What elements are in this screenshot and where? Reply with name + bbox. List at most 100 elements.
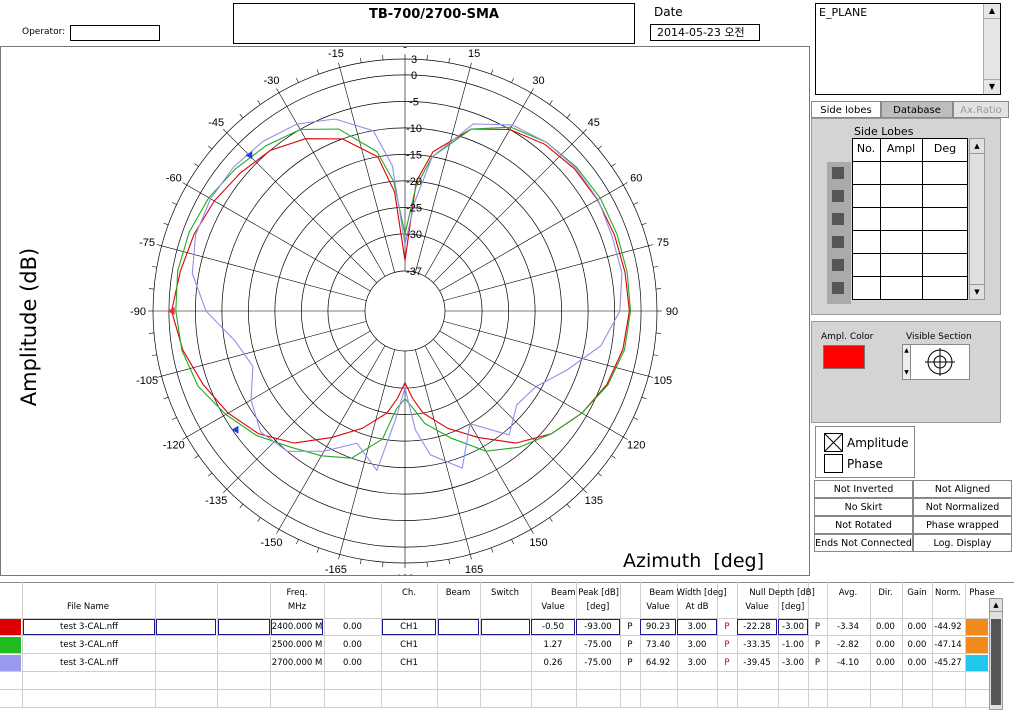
dir-cell: 0.00 bbox=[876, 622, 895, 632]
row-color-swatch[interactable] bbox=[0, 655, 21, 671]
status-ends-connected: Ends Not Connected bbox=[814, 534, 913, 552]
row-color-swatch[interactable] bbox=[0, 637, 21, 653]
display-options-panel: Ampl. Color Visible Section ▲ ▼ bbox=[811, 321, 1001, 423]
header-phase: Phase bbox=[969, 588, 995, 598]
header-ch: Ch. bbox=[401, 588, 417, 598]
table-scrollbar[interactable]: ▲ bbox=[989, 598, 1003, 710]
tab-strip: Side lobes Database Ax.Ratio bbox=[811, 101, 1009, 119]
channel-cell[interactable]: CH1 bbox=[382, 640, 436, 650]
grid-tick bbox=[648, 244, 654, 247]
side-lobe-button[interactable] bbox=[830, 211, 846, 227]
row-color-swatch[interactable] bbox=[0, 619, 21, 635]
polar-plot-panel[interactable]: 0153045607590105120135150165180-165-150-… bbox=[0, 39, 810, 585]
beam-width-p-cell: P bbox=[724, 658, 730, 668]
col-no: No. bbox=[856, 142, 876, 155]
selected-cell-border bbox=[481, 619, 530, 635]
phase-color-swatch[interactable] bbox=[966, 655, 988, 671]
grid-tick bbox=[549, 100, 553, 105]
measurement-table: File Name Freq. MHz Ch. Beam Switch Beam… bbox=[0, 582, 1014, 714]
status-inverted: Not Inverted bbox=[814, 480, 913, 498]
selected-cell-border bbox=[438, 619, 479, 635]
header-norm: Norm. bbox=[935, 588, 961, 598]
header-dir: Dir. bbox=[878, 588, 893, 598]
angle-tick-label: -105 bbox=[136, 375, 158, 387]
side-lobe-button[interactable] bbox=[830, 257, 846, 273]
status-phase-wrapped: Phase wrapped bbox=[913, 516, 1012, 534]
angle-tick-label: -75 bbox=[139, 237, 155, 249]
grid-tick bbox=[633, 417, 639, 420]
file-name-cell[interactable]: test 3-CAL.nff bbox=[24, 658, 154, 668]
beam-width-p-cell: P bbox=[724, 640, 730, 650]
header-mhz: MHz bbox=[287, 602, 307, 612]
side-lobe-button[interactable] bbox=[830, 165, 846, 181]
grid-tick bbox=[582, 129, 587, 134]
scroll-up-icon[interactable]: ▲ bbox=[984, 4, 1000, 19]
grid-spoke bbox=[443, 321, 649, 377]
tab-database[interactable]: Database bbox=[881, 101, 953, 118]
plane-scrollbar[interactable]: ▲ ▼ bbox=[983, 4, 1000, 94]
header-gain: Gain bbox=[907, 588, 927, 598]
side-lobe-button[interactable] bbox=[830, 280, 846, 296]
phase-checkbox[interactable] bbox=[824, 454, 843, 473]
offset-cell[interactable]: 0.00 bbox=[325, 658, 380, 668]
grid-spoke bbox=[439, 184, 624, 292]
grid-tick bbox=[316, 69, 320, 75]
grid-tick bbox=[239, 113, 244, 119]
grid-tick bbox=[641, 396, 647, 400]
polar-chart[interactable]: 0153045607590105120135150165180-165-150-… bbox=[1, 39, 809, 585]
phase-color-swatch[interactable] bbox=[966, 619, 988, 635]
date-field[interactable]: 2014-05-23 오전 bbox=[650, 24, 760, 41]
status-skirt: No Skirt bbox=[814, 498, 913, 516]
beam-peak-p-cell: P bbox=[627, 640, 633, 650]
grid-tick bbox=[194, 163, 199, 167]
channel-cell[interactable]: CH1 bbox=[382, 658, 436, 668]
side-lobe-button[interactable] bbox=[830, 234, 846, 250]
offset-cell[interactable]: 0.00 bbox=[325, 640, 380, 650]
grid-spoke bbox=[415, 67, 471, 273]
scroll-thumb[interactable] bbox=[991, 619, 1001, 705]
grid-tick bbox=[276, 88, 280, 93]
offset-cell[interactable]: 0.00 bbox=[325, 622, 380, 632]
norm-cell: -44.92 bbox=[934, 622, 962, 632]
scroll-down-icon[interactable]: ▼ bbox=[984, 79, 1000, 94]
tab-ax-ratio[interactable]: Ax.Ratio bbox=[953, 101, 1009, 118]
null-depth-value-cell: -33.35 bbox=[743, 640, 771, 650]
grid-tick bbox=[648, 375, 654, 378]
selected-cell-border bbox=[218, 619, 270, 635]
file-name-cell[interactable]: test 3-CAL.nff bbox=[24, 640, 154, 650]
freq-cell[interactable]: 2700.000 M bbox=[271, 658, 323, 668]
grid-ring bbox=[364, 270, 446, 352]
beam-width-p-cell: P bbox=[724, 622, 730, 632]
grid-tick bbox=[611, 455, 616, 459]
grid-tick bbox=[641, 222, 647, 226]
grid-spoke bbox=[186, 330, 371, 438]
angle-tick-label: -135 bbox=[205, 495, 227, 507]
amplitude-checkbox[interactable] bbox=[824, 433, 843, 452]
y-axis-label: Amplitude (dB) bbox=[17, 247, 41, 407]
freq-cell[interactable]: 2500.000 M bbox=[271, 640, 323, 650]
header-avg: Avg. bbox=[838, 588, 858, 598]
side-lobes-scrollbar[interactable]: ▲ ▼ bbox=[969, 138, 985, 300]
grid-tick bbox=[597, 472, 603, 477]
beam-peak-value-cell: 1.27 bbox=[543, 640, 563, 650]
angle-tick-label: 15 bbox=[468, 48, 480, 60]
grid-tick bbox=[448, 559, 450, 565]
angle-tick-label: -45 bbox=[208, 117, 224, 129]
angle-tick-label: -30 bbox=[264, 75, 280, 87]
selected-cell-border bbox=[677, 619, 717, 635]
grid-tick bbox=[316, 547, 320, 553]
visible-section-selector[interactable] bbox=[910, 344, 970, 380]
scroll-up-icon[interactable]: ▲ bbox=[990, 599, 1002, 612]
tab-side-lobes[interactable]: Side lobes bbox=[811, 101, 881, 118]
scroll-up-icon[interactable]: ▲ bbox=[970, 139, 984, 154]
side-lobe-button[interactable] bbox=[830, 188, 846, 204]
ampl-color-swatch[interactable] bbox=[823, 345, 865, 369]
angle-tick-label: -150 bbox=[260, 537, 282, 549]
phase-color-swatch[interactable] bbox=[966, 637, 988, 653]
plane-listbox[interactable]: E_PLANE ▲ ▼ bbox=[815, 3, 1001, 95]
header-nd-deg: [deg] bbox=[781, 602, 805, 612]
operator-field[interactable] bbox=[70, 25, 160, 41]
angle-tick-label: 135 bbox=[585, 495, 603, 507]
scroll-down-icon[interactable]: ▼ bbox=[970, 284, 984, 299]
side-lobes-panel: Side Lobes No. Ampl Deg ▲ ▼ bbox=[811, 118, 1001, 315]
